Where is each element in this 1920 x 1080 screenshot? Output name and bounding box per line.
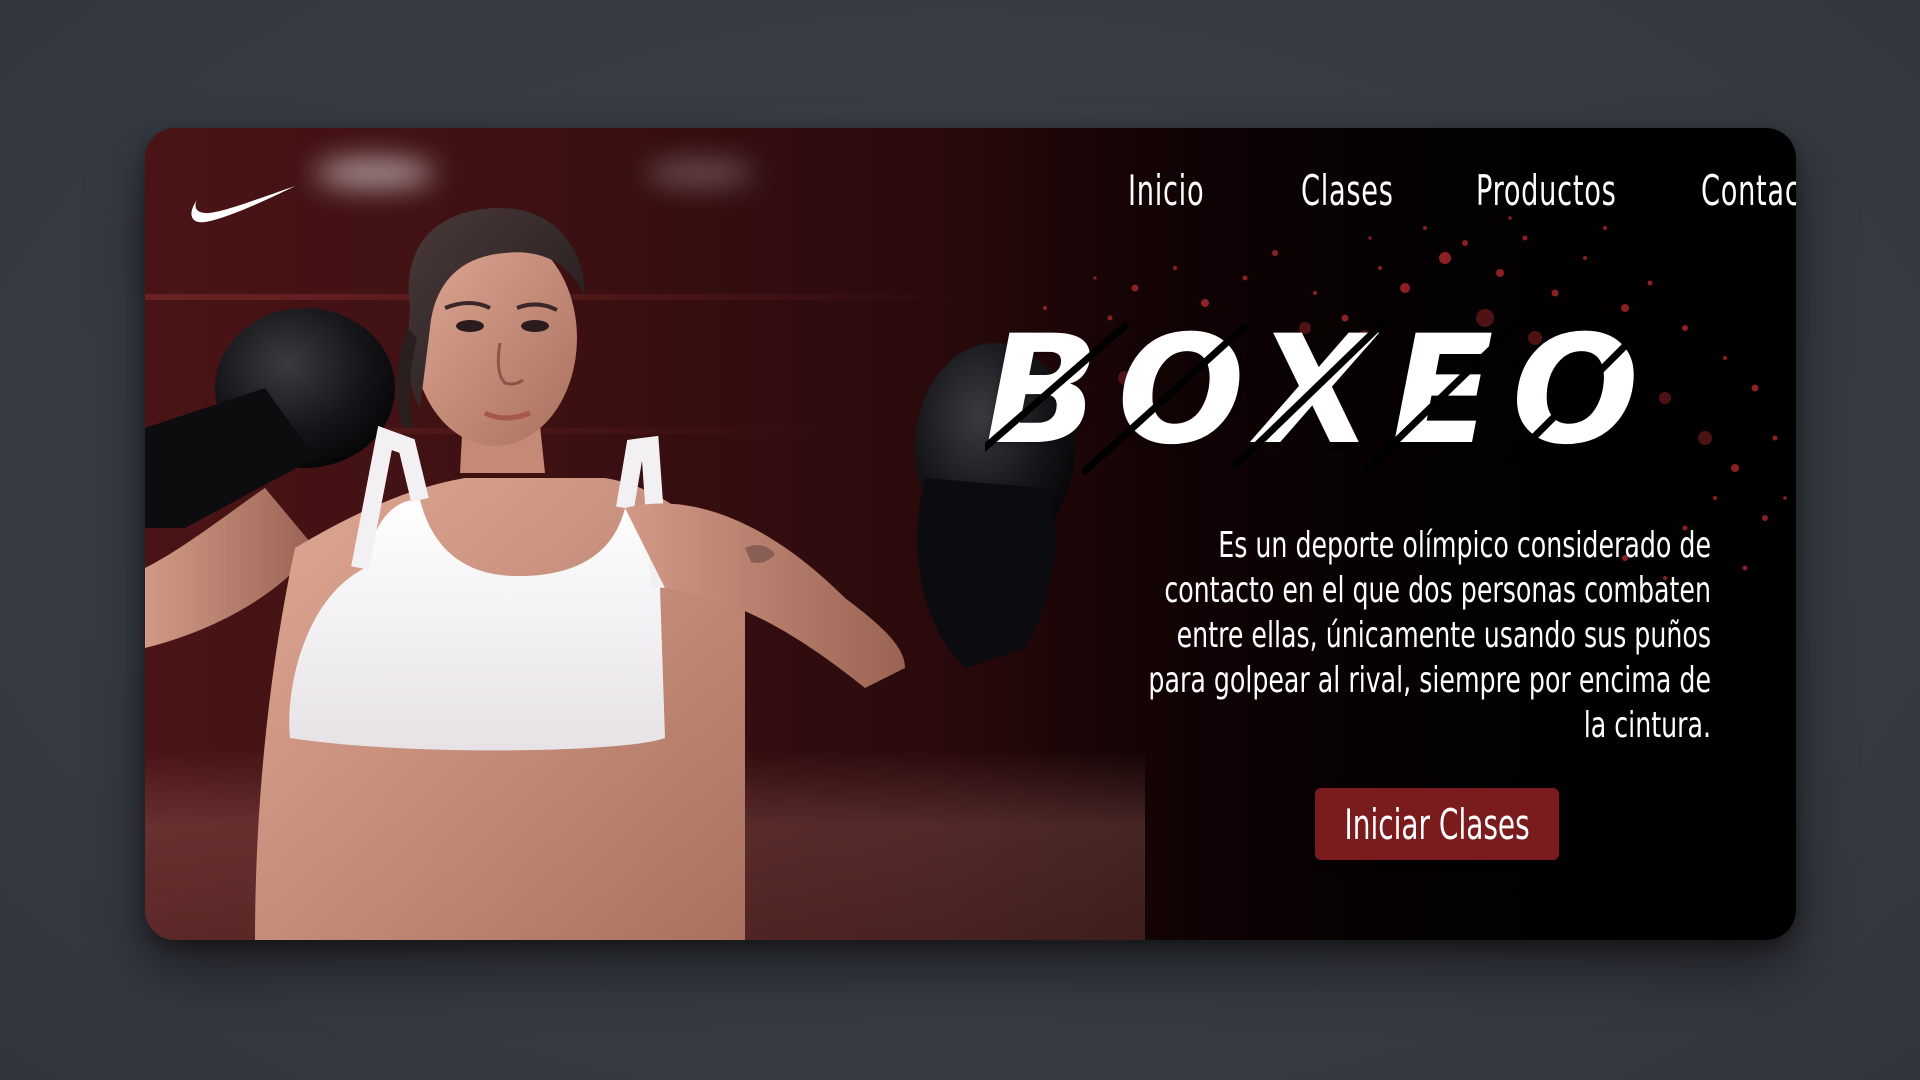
hero-description: Es un deporte olímpico considerado de co… xyxy=(1148,525,1711,746)
hero-card: Inicio Clases Productos Contacto BOXEO E… xyxy=(145,128,1796,940)
main-nav: Inicio Clases Productos Contacto xyxy=(945,166,1796,236)
nav-item-inicio[interactable]: Inicio xyxy=(1128,166,1204,215)
start-classes-button[interactable]: Iniciar Clases xyxy=(1315,788,1559,860)
nav-item-clases[interactable]: Clases xyxy=(1301,166,1394,215)
page-background: Inicio Clases Productos Contacto BOXEO E… xyxy=(0,0,1920,1080)
nav-item-productos[interactable]: Productos xyxy=(1476,166,1616,215)
nav-item-contacto[interactable]: Contacto xyxy=(1701,166,1796,215)
hero-title: BOXEO xyxy=(985,304,1658,478)
start-classes-button-label: Iniciar Clases xyxy=(1344,799,1530,849)
swoosh-logo-icon[interactable] xyxy=(185,180,297,228)
